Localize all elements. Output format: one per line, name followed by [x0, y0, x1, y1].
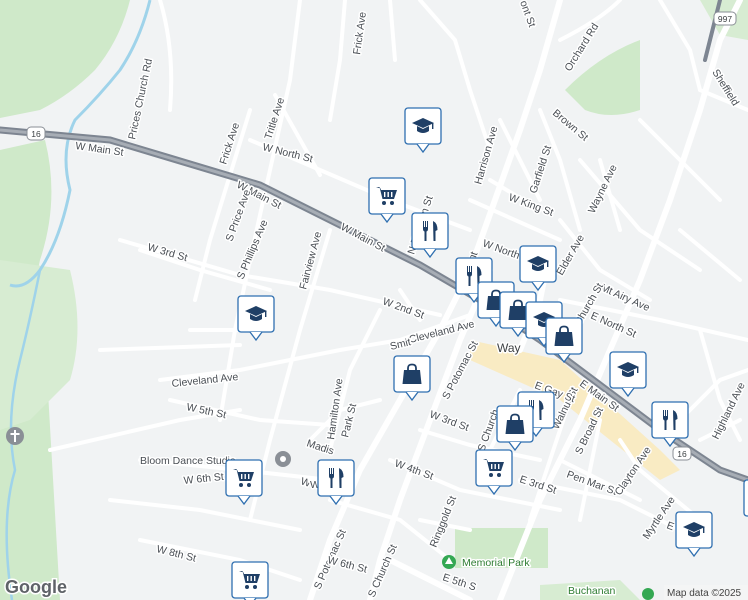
map-canvas[interactable]: 16 16 997 W Main St W Main St W Main St …: [0, 0, 748, 600]
svg-text:16: 16: [31, 129, 41, 139]
svg-text:997: 997: [718, 14, 732, 24]
svg-text:Google: Google: [5, 577, 67, 597]
svg-text:16: 16: [677, 449, 687, 459]
route-16-west-shield: 16: [26, 126, 46, 141]
memorial-park-pin[interactable]: [442, 555, 456, 569]
partial-marker[interactable]: [743, 479, 748, 517]
place-label-memorial-park: Memorial Park: [462, 557, 530, 569]
svg-text:Map data ©2025: Map data ©2025: [667, 588, 742, 599]
map-data-attribution[interactable]: Map data ©2025: [664, 585, 748, 600]
church-pin-icon[interactable]: [6, 427, 24, 445]
route-16-east-shield: 16: [672, 446, 692, 461]
place-label-bloom-dance-studio: Bloom Dance Studio: [140, 455, 236, 467]
google-logo: Google: [4, 576, 69, 599]
place-label-buchanan: Buchanan: [568, 585, 615, 597]
grocery-marker[interactable]: [231, 561, 269, 600]
place-label-waynesboro: Way: [497, 341, 521, 355]
bloom-dance-studio-pin[interactable]: [275, 451, 291, 467]
buchanan-pin[interactable]: [642, 588, 654, 600]
route-997-shield: 997: [713, 11, 737, 26]
